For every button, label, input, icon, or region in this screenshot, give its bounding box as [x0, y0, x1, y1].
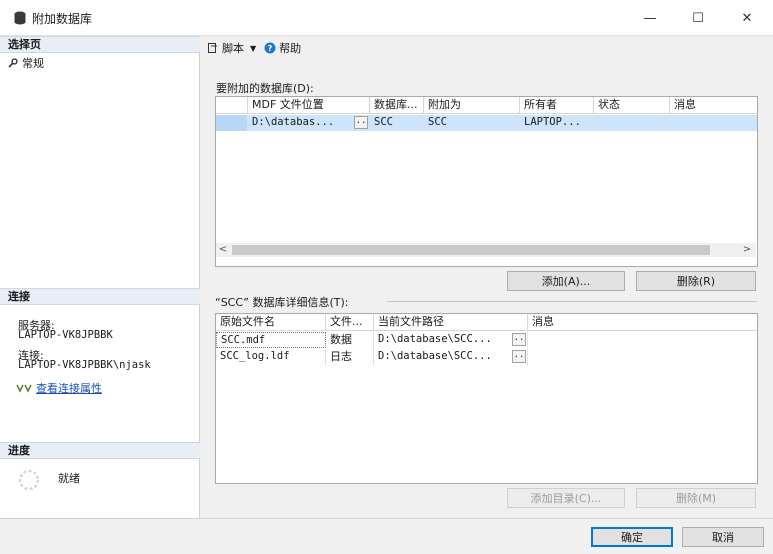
view-connection-properties[interactable]: 查看连接属性 [16, 380, 102, 396]
col-file-type[interactable]: 文件... [326, 314, 374, 331]
col-current-path[interactable]: 当前文件路径 [374, 314, 528, 331]
scroll-left-icon[interactable]: < [216, 243, 230, 257]
window-title: 附加数据库 [32, 12, 93, 26]
col-attach-as[interactable]: 附加为 [424, 97, 520, 114]
row-selector[interactable] [216, 115, 248, 131]
browse-button[interactable]: .. [512, 333, 526, 346]
table-row[interactable]: SCC.mdf 数据 D:\database\SCC... .. [216, 332, 757, 348]
maximize-button[interactable]: ☐ [675, 0, 721, 36]
file-type-cell[interactable]: 日志 [326, 349, 374, 365]
details-grid-header: 原始文件名 文件... 当前文件路径 消息 [216, 314, 757, 331]
status-cell [594, 115, 670, 131]
col-details-message[interactable]: 消息 [528, 314, 757, 331]
row-header-col [216, 97, 248, 114]
scroll-right-icon[interactable]: > [740, 243, 754, 257]
database-cell[interactable]: SCC [370, 115, 424, 131]
col-database[interactable]: 数据库... [370, 97, 424, 114]
owner-cell[interactable]: LAPTOP... [520, 115, 594, 131]
add-catalog-button[interactable]: 添加目录(C)... [507, 488, 625, 508]
group-divider [387, 301, 757, 302]
right-pane: 脚本 ▼ ? 帮助 要附加的数据库(D): MDF 文件位置 数据库... 附加… [201, 36, 773, 518]
database-icon [14, 11, 26, 25]
title-bar: 附加数据库 — ☐ ✕ [0, 0, 773, 36]
attach-databases-grid[interactable]: MDF 文件位置 数据库... 附加为 所有者 状态 消息 D:\databas… [215, 96, 758, 267]
filename-cell[interactable]: SCC_log.ldf [216, 349, 326, 365]
script-button[interactable]: 脚本 [207, 40, 244, 56]
add-button[interactable]: 添加(A)... [507, 271, 625, 291]
connection-value: LAPTOP-VK8JPBBK\njask [18, 359, 151, 371]
left-pane: 选择页 常规 连接 服务器: LAPTOP-VK8JPBBK 连接: LAPTO… [0, 36, 200, 518]
col-original-filename[interactable]: 原始文件名 [216, 314, 326, 331]
scrollbar-thumb[interactable] [232, 245, 710, 255]
chevron-down-icon[interactable]: ▼ [250, 44, 256, 53]
details-label: “SCC” 数据库详细信息(T): [215, 296, 349, 309]
progress-header: 进度 [0, 442, 200, 459]
help-icon: ? [264, 42, 276, 54]
view-connection-link[interactable]: 查看连接属性 [36, 380, 102, 396]
toolbar: 脚本 ▼ ? 帮助 [201, 36, 773, 60]
help-button[interactable]: ? 帮助 [264, 40, 301, 56]
col-owner[interactable]: 所有者 [520, 97, 594, 114]
ok-button[interactable]: 确定 [591, 527, 673, 547]
nav-item-general[interactable]: 常规 [8, 55, 44, 71]
progress-status: 就绪 [58, 472, 80, 485]
nav-item-label: 常规 [22, 57, 44, 70]
spinner-icon [18, 469, 40, 491]
col-mdf-location[interactable]: MDF 文件位置 [248, 97, 370, 114]
col-status[interactable]: 状态 [594, 97, 670, 114]
remove-button[interactable]: 删除(R) [636, 271, 756, 291]
dialog-footer: 确定 取消 [0, 518, 773, 554]
database-details-grid[interactable]: 原始文件名 文件... 当前文件路径 消息 SCC.mdf 数据 D:\data… [215, 313, 758, 484]
attach-as-cell[interactable]: SCC [424, 115, 520, 131]
script-label: 脚本 [222, 42, 244, 55]
details-message-cell [528, 349, 757, 365]
current-path-cell[interactable]: D:\database\SCC... .. [374, 349, 528, 365]
minimize-button[interactable]: — [627, 0, 673, 36]
current-path-cell[interactable]: D:\database\SCC... .. [374, 332, 528, 348]
remove-file-button[interactable]: 删除(M) [636, 488, 756, 508]
browse-button[interactable]: .. [354, 116, 368, 129]
mdf-location-cell[interactable]: D:\databas... .. [248, 115, 370, 131]
filename-cell[interactable]: SCC.mdf [216, 332, 326, 348]
connection-header: 连接 [0, 288, 200, 305]
help-label: 帮助 [279, 42, 302, 55]
file-type-cell[interactable]: 数据 [326, 332, 374, 348]
connection-icon [16, 384, 32, 393]
svg-text:?: ? [268, 44, 273, 53]
table-row[interactable]: SCC_log.ldf 日志 D:\database\SCC... .. [216, 349, 757, 365]
details-message-cell [528, 332, 757, 348]
wrench-icon [8, 58, 18, 68]
cancel-button[interactable]: 取消 [682, 527, 764, 547]
select-page-header: 选择页 [0, 36, 200, 53]
browse-button[interactable]: .. [512, 350, 526, 363]
attach-grid-label: 要附加的数据库(D): [216, 82, 314, 95]
server-value: LAPTOP-VK8JPBBK [18, 329, 113, 341]
col-message[interactable]: 消息 [670, 97, 757, 114]
message-cell [670, 115, 757, 131]
attach-grid-header: MDF 文件位置 数据库... 附加为 所有者 状态 消息 [216, 97, 757, 114]
script-icon [208, 43, 217, 53]
horizontal-scrollbar[interactable]: < > [216, 243, 756, 257]
close-button[interactable]: ✕ [724, 0, 770, 36]
table-row[interactable]: D:\databas... .. SCC SCC LAPTOP... [216, 115, 757, 131]
